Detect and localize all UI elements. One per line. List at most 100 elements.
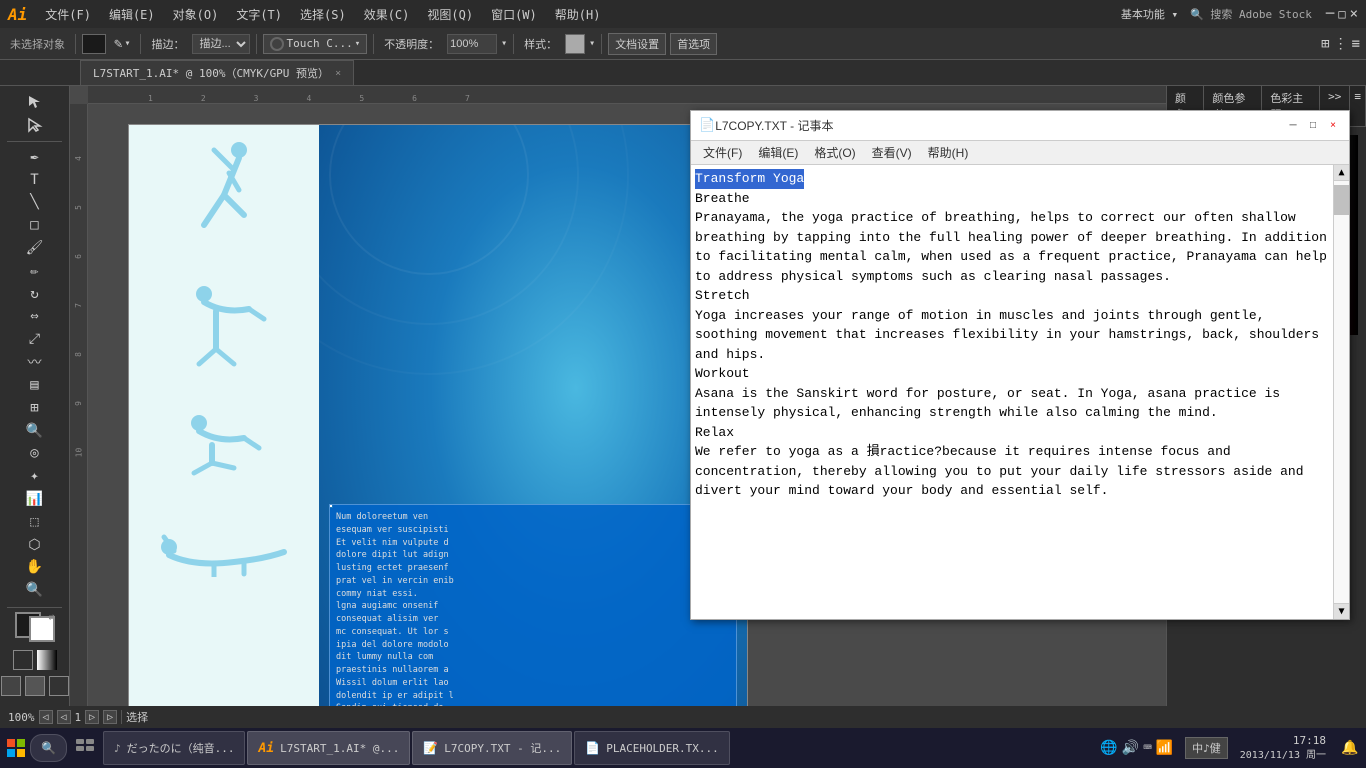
pencil-tool[interactable]: ✏ xyxy=(21,260,49,281)
notepad-maximize[interactable]: □ xyxy=(1305,118,1321,134)
slice-tool[interactable]: ⬡ xyxy=(21,534,49,555)
artboard-tool[interactable]: ⬚ xyxy=(21,511,49,532)
direct-selection-tool[interactable] xyxy=(21,115,49,136)
menu-text[interactable]: 文字(T) xyxy=(228,4,290,25)
doc-tab[interactable]: L7START_1.AI* @ 100%（CMYK/GPU 预览） × xyxy=(80,60,354,85)
doc-tab-close[interactable]: × xyxy=(335,68,341,79)
np-menu-edit[interactable]: 编辑(E) xyxy=(750,142,806,163)
ruler-left: 4 5 6 7 8 9 10 xyxy=(70,104,88,706)
zoom-tool[interactable]: 🔍 xyxy=(21,580,49,601)
mesh-tool[interactable]: ⊞ xyxy=(21,397,49,418)
np-menu-view[interactable]: 查看(V) xyxy=(864,142,920,163)
scroll-up[interactable]: ▲ xyxy=(1334,165,1349,181)
screen-mode-btn[interactable] xyxy=(49,676,69,696)
touch-button[interactable]: Touch C... ▾ xyxy=(263,34,367,54)
close-btn[interactable]: × xyxy=(1350,6,1358,22)
zoom-page-prev[interactable]: ◁ xyxy=(57,710,71,724)
paintbrush-tool[interactable]: 🖌 xyxy=(21,238,49,259)
rect-tool[interactable]: □ xyxy=(21,215,49,236)
pen-tool-select[interactable]: ✎ ▾ xyxy=(110,34,134,54)
text-line-3: Et velit nim vulpute d xyxy=(336,537,730,550)
notepad-minimize[interactable]: ─ xyxy=(1285,118,1301,134)
selection-handle-tl xyxy=(329,504,333,508)
arrange-icon[interactable]: ⊞ xyxy=(1321,36,1329,52)
scale-tool[interactable]: ⤢ xyxy=(21,329,49,350)
np-menu-file[interactable]: 文件(F) xyxy=(695,142,750,163)
swap-colors[interactable]: ⇄ xyxy=(48,612,54,623)
menu-effect[interactable]: 效果(C) xyxy=(356,4,418,25)
hand-tool[interactable]: ✋ xyxy=(21,557,49,578)
menu-select[interactable]: 选择(S) xyxy=(292,4,354,25)
tray-icon-1[interactable]: 🌐 xyxy=(1100,740,1117,756)
draw-mode-btn[interactable] xyxy=(25,676,45,696)
scroll-down[interactable]: ▼ xyxy=(1334,603,1349,619)
notepad-titlebar[interactable]: 📄 L7COPY.TXT - 记事本 ─ □ × xyxy=(691,111,1349,141)
rotate-tool[interactable]: ↻ xyxy=(21,283,49,304)
minimize-btn[interactable]: ─ xyxy=(1326,6,1334,22)
illustrator-label: L7START_1.AI* @... xyxy=(280,742,399,755)
music-label: だったのに（纯音... xyxy=(127,740,235,756)
no-fill-btn[interactable] xyxy=(13,650,33,670)
menu-object[interactable]: 对象(O) xyxy=(165,4,227,25)
np-menu-help[interactable]: 帮助(H) xyxy=(920,142,977,163)
type-tool[interactable]: T xyxy=(21,169,49,190)
style-dropdown[interactable]: ▾ xyxy=(589,38,595,49)
taskbar-notepad-app[interactable]: 📝 L7COPY.TXT - 记... xyxy=(412,731,572,765)
menu-file[interactable]: 文件(F) xyxy=(37,4,99,25)
opacity-input[interactable] xyxy=(447,34,497,54)
clock[interactable]: 17:18 2013/11/13 周一 xyxy=(1232,733,1334,762)
taskbar-placeholder-app[interactable]: 📄 PLACEHOLDER.TX... xyxy=(574,731,730,765)
text-block[interactable]: Num doloreetum ven esequam ver suscipist… xyxy=(329,504,737,706)
music-icon: ♪ xyxy=(114,742,121,755)
pen-tool[interactable]: ✒ xyxy=(21,146,49,167)
doc-settings-button[interactable]: 文档设置 xyxy=(608,33,666,55)
menu-edit[interactable]: 编辑(E) xyxy=(101,4,163,25)
taskbar-music-app[interactable]: ♪ だったのに（纯音... xyxy=(103,731,246,765)
zoom-decrease[interactable]: ◁ xyxy=(39,710,53,724)
text-line-13: praestinis nullaorem a xyxy=(336,664,730,677)
fill-mode-btn[interactable] xyxy=(1,676,21,696)
preferences-button[interactable]: 首选项 xyxy=(670,33,717,55)
line-tool[interactable]: ╲ xyxy=(21,192,49,213)
taskbar-illustrator-app[interactable]: Ai L7START_1.AI* @... xyxy=(247,731,410,765)
gradient-tool[interactable]: ▤ xyxy=(21,375,49,396)
task-view-btn[interactable] xyxy=(73,736,97,760)
yoga-right-panel: Num doloreetum ven esequam ver suscipist… xyxy=(319,125,747,706)
zoom-page-next[interactable]: ▷ xyxy=(85,710,99,724)
start-button[interactable] xyxy=(4,736,28,760)
symbol-tool[interactable]: ✦ xyxy=(21,466,49,487)
scroll-thumb[interactable] xyxy=(1334,185,1349,215)
tray-icon-2[interactable]: 🔊 xyxy=(1122,740,1139,756)
more-icon[interactable]: ⋮ xyxy=(1334,36,1348,52)
tray-icon-3[interactable]: ⌨ xyxy=(1143,740,1151,756)
blend-tool[interactable]: ◎ xyxy=(21,443,49,464)
notepad-text-area[interactable] xyxy=(691,165,1333,619)
restore-btn[interactable]: □ xyxy=(1338,7,1345,21)
ime-box[interactable]: 中♪健 xyxy=(1185,737,1228,759)
style-swatch[interactable] xyxy=(565,34,585,54)
taskbar-search[interactable]: 🔍 xyxy=(30,734,67,762)
text-line-5: lusting ectet praesenf xyxy=(336,562,730,575)
menu-view[interactable]: 视图(Q) xyxy=(419,4,481,25)
zoom-increase[interactable]: ▷ xyxy=(103,710,117,724)
notepad-scrollbar[interactable]: ▲ ▼ xyxy=(1333,165,1349,619)
selection-tool[interactable] xyxy=(21,92,49,113)
stroke-select[interactable]: 描边... xyxy=(192,34,250,54)
opacity-dropdown[interactable]: ▾ xyxy=(501,38,507,49)
menu-window[interactable]: 窗口(W) xyxy=(483,4,545,25)
notepad-close[interactable]: × xyxy=(1325,118,1341,134)
notification-btn[interactable]: 🔔 xyxy=(1338,736,1362,760)
stock-search[interactable]: 🔍 搜索 Adobe Stock xyxy=(1190,6,1312,22)
mirror-tool[interactable]: ⇔ xyxy=(21,306,49,327)
graph-tool[interactable]: 📊 xyxy=(21,489,49,510)
fill-color[interactable] xyxy=(82,34,106,54)
warp-tool[interactable]: 〰 xyxy=(21,352,49,373)
np-menu-format[interactable]: 格式(O) xyxy=(806,142,863,163)
eyedropper-tool[interactable]: 🔍 xyxy=(21,420,49,441)
tray-icon-4[interactable]: 📶 xyxy=(1156,740,1173,756)
menu-help[interactable]: 帮助(H) xyxy=(547,4,609,25)
touch-dropdown[interactable]: ▾ xyxy=(355,39,360,49)
gradient-fill-btn[interactable] xyxy=(37,650,57,670)
align-icon[interactable]: ≡ xyxy=(1352,36,1360,52)
panel-menu[interactable]: ≡ xyxy=(1350,86,1366,126)
